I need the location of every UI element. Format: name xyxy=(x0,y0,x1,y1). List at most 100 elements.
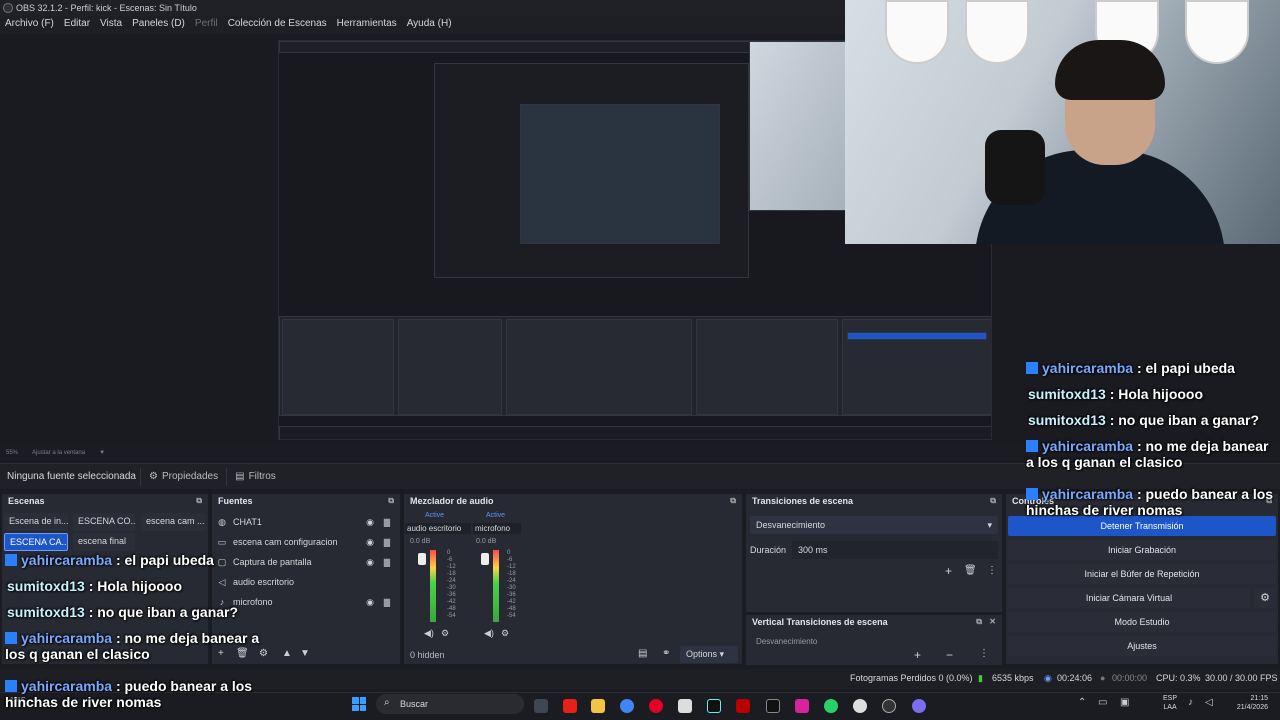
folder-icon[interactable] xyxy=(591,699,605,713)
add-icon[interactable]: + xyxy=(914,648,921,662)
channel-select[interactable]: microfono xyxy=(473,523,521,534)
app-icon[interactable] xyxy=(912,699,926,713)
gear-icon[interactable]: ⚙ xyxy=(441,628,449,639)
menu-coleccion[interactable]: Colección de Escenas xyxy=(228,18,327,34)
down-icon[interactable]: ▼ xyxy=(300,648,310,659)
replay-buffer-button[interactable]: Iniciar el Búfer de Repetición xyxy=(1008,564,1276,584)
chevron-up-icon[interactable]: ⌃ xyxy=(1078,697,1086,708)
more-icon[interactable]: ⋮ xyxy=(987,565,997,576)
app-icon[interactable] xyxy=(678,699,692,713)
up-icon[interactable]: ▲ xyxy=(282,648,292,659)
minus-icon[interactable]: − xyxy=(946,648,953,662)
source-row[interactable]: ◁ audio escritorio xyxy=(216,572,394,592)
source-row[interactable]: ▢ Captura de pantalla ◉ ▇ xyxy=(216,552,394,572)
instagram-icon[interactable] xyxy=(795,699,809,713)
speaker-icon[interactable]: ◁ xyxy=(1205,697,1213,708)
app-tray-icon[interactable]: ▣ xyxy=(1120,697,1129,708)
chevron-down-icon[interactable]: ▼ xyxy=(99,450,105,458)
channel-db: 0.0 dB xyxy=(476,538,497,545)
transition-select[interactable]: Desvanecimiento ▾ xyxy=(750,516,998,534)
lock-icon[interactable]: ▇ xyxy=(384,598,390,607)
add-icon[interactable]: + xyxy=(945,564,952,578)
clock[interactable]: 21:15 21/4/2026 xyxy=(1222,694,1268,712)
menu-ayuda[interactable]: Ayuda (H) xyxy=(407,18,452,34)
menu-archivo[interactable]: Archivo (F) xyxy=(5,18,54,34)
popout-icon[interactable]: ⧉ xyxy=(196,496,202,506)
lock-icon[interactable]: ▇ xyxy=(384,518,390,527)
popout-icon[interactable]: ⧉ xyxy=(388,496,394,506)
close-icon[interactable]: ✕ xyxy=(989,617,996,626)
source-row[interactable]: ▭ escena cam configuracion ◉ ▇ xyxy=(216,532,394,552)
popout-icon[interactable]: ⧉ xyxy=(976,617,982,627)
obs-logo-icon xyxy=(3,3,13,13)
windows-start-icon[interactable] xyxy=(352,697,366,711)
speaker-icon[interactable]: ◀) xyxy=(424,628,434,639)
volume-slider[interactable] xyxy=(418,553,426,565)
source-row[interactable]: ◍ CHAT1 ◉ ▇ xyxy=(216,512,394,532)
taskbar-search[interactable]: ⌕ Buscar xyxy=(376,694,524,714)
vertical-transition-select[interactable]: Desvanecimiento xyxy=(750,637,998,647)
stop-stream-button[interactable]: Detener Transmisión xyxy=(1008,516,1276,536)
link-icon[interactable]: ⚭ xyxy=(662,648,670,659)
network-icon[interactable]: ▭ xyxy=(1098,697,1107,708)
trash-icon[interactable]: 🗑 xyxy=(964,565,977,576)
duration-input[interactable]: 300 ms xyxy=(792,541,998,559)
lock-icon[interactable]: ▇ xyxy=(384,538,390,547)
channel-name: microfono xyxy=(475,524,511,533)
language-indicator[interactable]: ESP LAA xyxy=(1163,694,1177,712)
start-recording-button[interactable]: Iniciar Grabación xyxy=(1008,540,1276,560)
scene-button[interactable]: Escena de in... xyxy=(4,513,68,531)
channel-select[interactable]: audio escritorio xyxy=(405,523,471,534)
menu-vista[interactable]: Vista xyxy=(100,18,122,34)
chatgpt-icon[interactable] xyxy=(853,699,867,713)
netflix-icon[interactable] xyxy=(736,699,750,713)
more-icon[interactable]: ⋮ xyxy=(979,648,989,659)
gear-icon[interactable]: ⚙ xyxy=(259,648,268,659)
obs-taskbar-icon[interactable] xyxy=(882,699,896,713)
chrome-icon[interactable] xyxy=(620,699,634,713)
mic-icon[interactable]: ♪ xyxy=(1188,697,1193,708)
microphone-image xyxy=(985,130,1045,205)
globe-icon: ◍ xyxy=(218,516,226,527)
lock-icon[interactable]: ▇ xyxy=(384,558,390,567)
eye-icon[interactable]: ◉ xyxy=(366,517,374,528)
hidden-count[interactable]: 0 hidden xyxy=(410,650,445,660)
speaker-icon[interactable]: ◀) xyxy=(484,628,494,639)
volume-slider[interactable] xyxy=(481,553,489,565)
x-icon[interactable] xyxy=(766,699,780,713)
virtual-camera-button[interactable]: Iniciar Cámara Virtual xyxy=(1008,588,1250,608)
chat-message: sumitoxd13 : no que iban a ganar? xyxy=(7,604,239,620)
settings-button[interactable]: Ajustes xyxy=(1008,636,1276,656)
popout-icon[interactable]: ⧉ xyxy=(990,496,996,506)
source-label: Captura de pantalla xyxy=(233,557,312,567)
eye-icon[interactable]: ◉ xyxy=(366,557,374,568)
filters-button[interactable]: ▤ Filtros xyxy=(226,467,284,486)
menu-herramientas[interactable]: Herramientas xyxy=(337,18,397,34)
source-label: CHAT1 xyxy=(233,517,262,527)
eye-icon[interactable]: ◉ xyxy=(366,537,374,548)
studio-mode-button[interactable]: Modo Estudio xyxy=(1008,612,1276,632)
menu-paneles[interactable]: Paneles (D) xyxy=(132,18,185,34)
gear-icon[interactable]: ⚙ xyxy=(501,628,509,639)
chat-message: yahircaramba : no me deja banear a los q… xyxy=(1026,438,1269,470)
popout-icon[interactable]: ⧉ xyxy=(730,496,736,506)
zoom-percent[interactable]: 55% xyxy=(6,450,18,458)
properties-button[interactable]: ⚙ Propiedades xyxy=(140,467,226,486)
scene-button[interactable]: escena final xyxy=(73,533,135,551)
menu-editar[interactable]: Editar xyxy=(64,18,90,34)
gear-icon[interactable]: ⚙ xyxy=(1254,588,1276,608)
whatsapp-icon[interactable] xyxy=(824,699,838,713)
scene-button[interactable]: ESCENA CO... xyxy=(73,513,135,531)
pinterest-icon[interactable] xyxy=(649,699,663,713)
source-row[interactable]: ♪ microfono ◉ ▇ xyxy=(216,592,394,612)
taskview-icon[interactable] xyxy=(534,699,548,713)
tiktok-icon[interactable] xyxy=(707,699,721,713)
youtube-icon[interactable] xyxy=(563,699,577,713)
options-dropdown[interactable]: Options ▾ xyxy=(680,646,738,663)
zoom-fit[interactable]: Ajustar a la ventana xyxy=(32,450,85,458)
layout-icon[interactable]: ▤ xyxy=(638,648,647,659)
scene-button[interactable]: escena cam ... xyxy=(141,513,205,531)
menu-perfil[interactable]: Perfil xyxy=(195,18,218,34)
scene-button-active[interactable]: ESCENA CA... xyxy=(4,533,68,551)
eye-icon[interactable]: ◉ xyxy=(366,597,374,608)
